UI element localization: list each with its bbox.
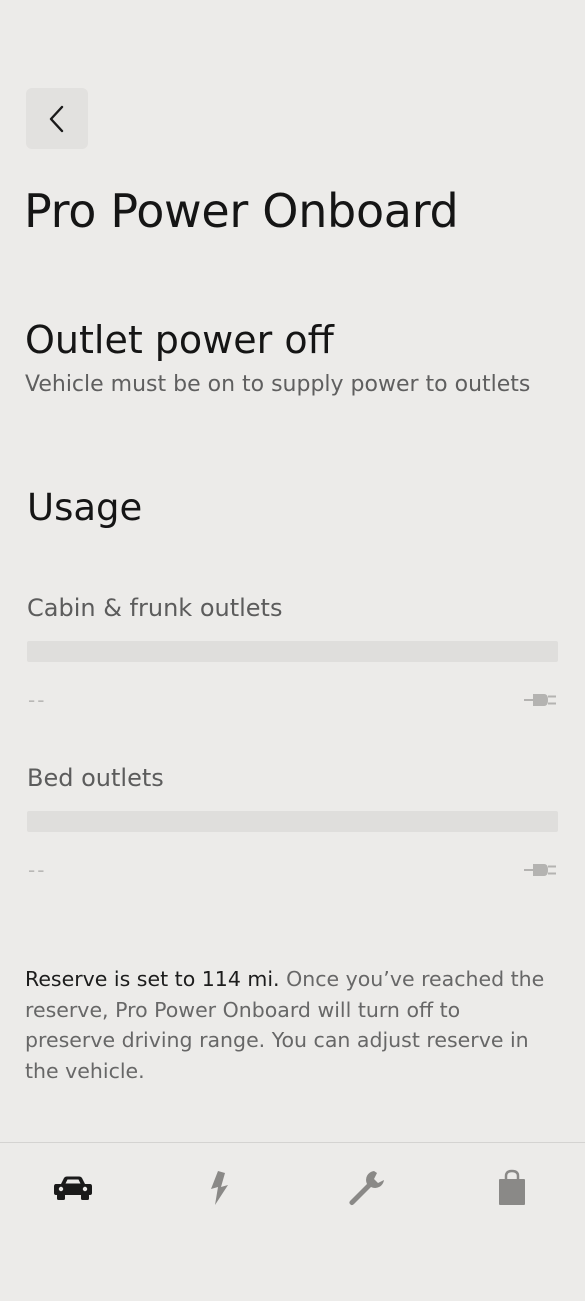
charging-icon [211, 1171, 228, 1205]
chevron-left-icon [49, 105, 64, 132]
vehicle-icon [54, 1176, 92, 1200]
reserve-info: Reserve is set to 114 mi. Once you’ve re… [25, 964, 555, 1086]
reserve-info-lead: Reserve is set to 114 mi. [25, 967, 280, 991]
plug-icon [524, 694, 556, 706]
nav-item-service[interactable] [341, 1163, 391, 1213]
page-title: Pro Power Onboard [24, 184, 459, 238]
nav-item-shop[interactable] [487, 1163, 537, 1213]
bed-usage-value: -- [28, 858, 47, 882]
usage-heading: Usage [27, 486, 143, 529]
service-wrench-icon [349, 1171, 384, 1206]
outlet-status-description: Vehicle must be on to supply power to ou… [25, 372, 531, 397]
back-button[interactable] [26, 88, 88, 149]
shop-bag-icon [499, 1169, 525, 1205]
cabin-frunk-outlets-label: Cabin & frunk outlets [27, 594, 283, 622]
nav-item-vehicle[interactable] [48, 1163, 98, 1213]
bed-usage-bar [27, 811, 558, 832]
bed-outlets-label: Bed outlets [27, 764, 164, 792]
nav-item-charging[interactable] [194, 1163, 244, 1213]
bottom-nav [0, 1142, 585, 1301]
plug-icon [524, 864, 556, 876]
outlet-status-title: Outlet power off [25, 318, 334, 362]
cabin-frunk-usage-value: -- [28, 688, 47, 712]
cabin-frunk-usage-bar [27, 641, 558, 662]
